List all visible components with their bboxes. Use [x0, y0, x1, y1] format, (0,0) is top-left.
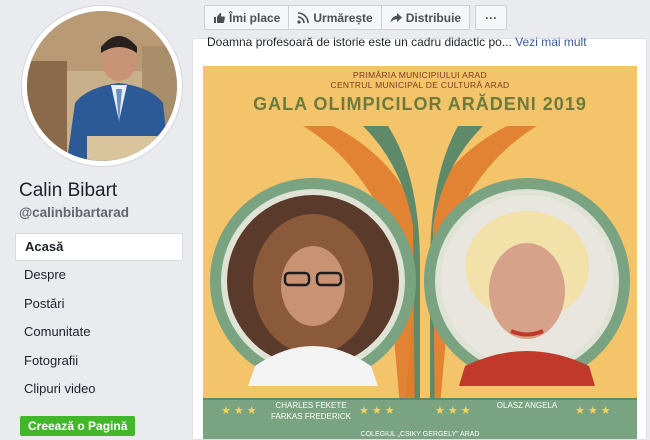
stars-right-2: ★★★ — [575, 405, 614, 417]
student-name-line-1: CHARLES FEKETE — [275, 401, 347, 410]
share-label: Distribuie — [405, 10, 462, 25]
nav-item-home[interactable]: Acasă — [15, 233, 183, 261]
follow-label: Urmărește — [313, 10, 373, 25]
post-image[interactable]: PRIMĂRIA MUNICIPIULUI ARAD CENTRUL MUNIC… — [203, 66, 637, 439]
follow-button[interactable]: Urmărește — [288, 5, 382, 30]
stars-left-2: ★★★ — [359, 405, 398, 417]
main-content: Îmi place Urmărește Distribuie ··· Doamn… — [192, 0, 650, 440]
teacher-name: OLASZ ANGELA — [496, 401, 558, 410]
rss-icon — [297, 11, 310, 24]
post-text-excerpt: Doamna profesoară de istorie este un cad… — [207, 35, 587, 49]
nav-item-photos[interactable]: Fotografii — [15, 347, 183, 376]
thumbs-up-icon — [213, 12, 225, 24]
profile-picture-frame[interactable] — [22, 6, 182, 166]
like-label: Îmi place — [229, 10, 281, 25]
stars-left-1: ★★★ — [221, 405, 260, 417]
nav-item-posts[interactable]: Postări — [15, 290, 183, 319]
nav-item-about[interactable]: Despre — [15, 261, 183, 290]
page-action-bar: Îmi place Urmărește Distribuie ··· — [204, 5, 508, 30]
nav-item-community[interactable]: Comunitate — [15, 318, 183, 347]
student-name-line-2: FARKAS FREDERICK — [270, 412, 351, 421]
poster-line-2: CENTRUL MUNICIPAL DE CULTURĂ ARAD — [330, 80, 510, 90]
post-text: Doamna profesoară de istorie este un cad… — [207, 35, 512, 49]
page-username[interactable]: @calinbibartarad — [19, 205, 129, 220]
profile-picture[interactable] — [27, 11, 177, 161]
see-more-link[interactable]: Vezi mai mult — [515, 35, 586, 49]
nav-item-videos[interactable]: Clipuri video — [15, 375, 183, 404]
profile-photo-image — [27, 11, 177, 161]
share-button[interactable]: Distribuie — [380, 5, 471, 30]
share-arrow-icon — [390, 12, 402, 24]
student-name: CHARLES FEKETE FARKAS FREDERICK — [265, 400, 357, 422]
poster-line-1: PRIMĂRIA MUNICIPIULUI ARAD — [353, 70, 487, 80]
poster-artwork — [203, 66, 637, 439]
create-page-button[interactable]: Creează o Pagină — [20, 416, 136, 436]
more-options-button[interactable]: ··· — [475, 5, 508, 30]
like-button[interactable]: Îmi place — [204, 5, 290, 30]
page-nav: Acasă Despre Postări Comunitate Fotograf… — [15, 233, 183, 404]
post-card: Doamna profesoară de istorie este un cad… — [192, 35, 647, 440]
poster-title: GALA OLIMPICILOR ARĂDENI 2019 — [253, 94, 587, 114]
stars-right-1: ★★★ — [435, 405, 474, 417]
page-sidebar: Calin Bibart @calinbibartarad Acasă Desp… — [0, 0, 192, 436]
page-name[interactable]: Calin Bibart — [19, 180, 117, 202]
